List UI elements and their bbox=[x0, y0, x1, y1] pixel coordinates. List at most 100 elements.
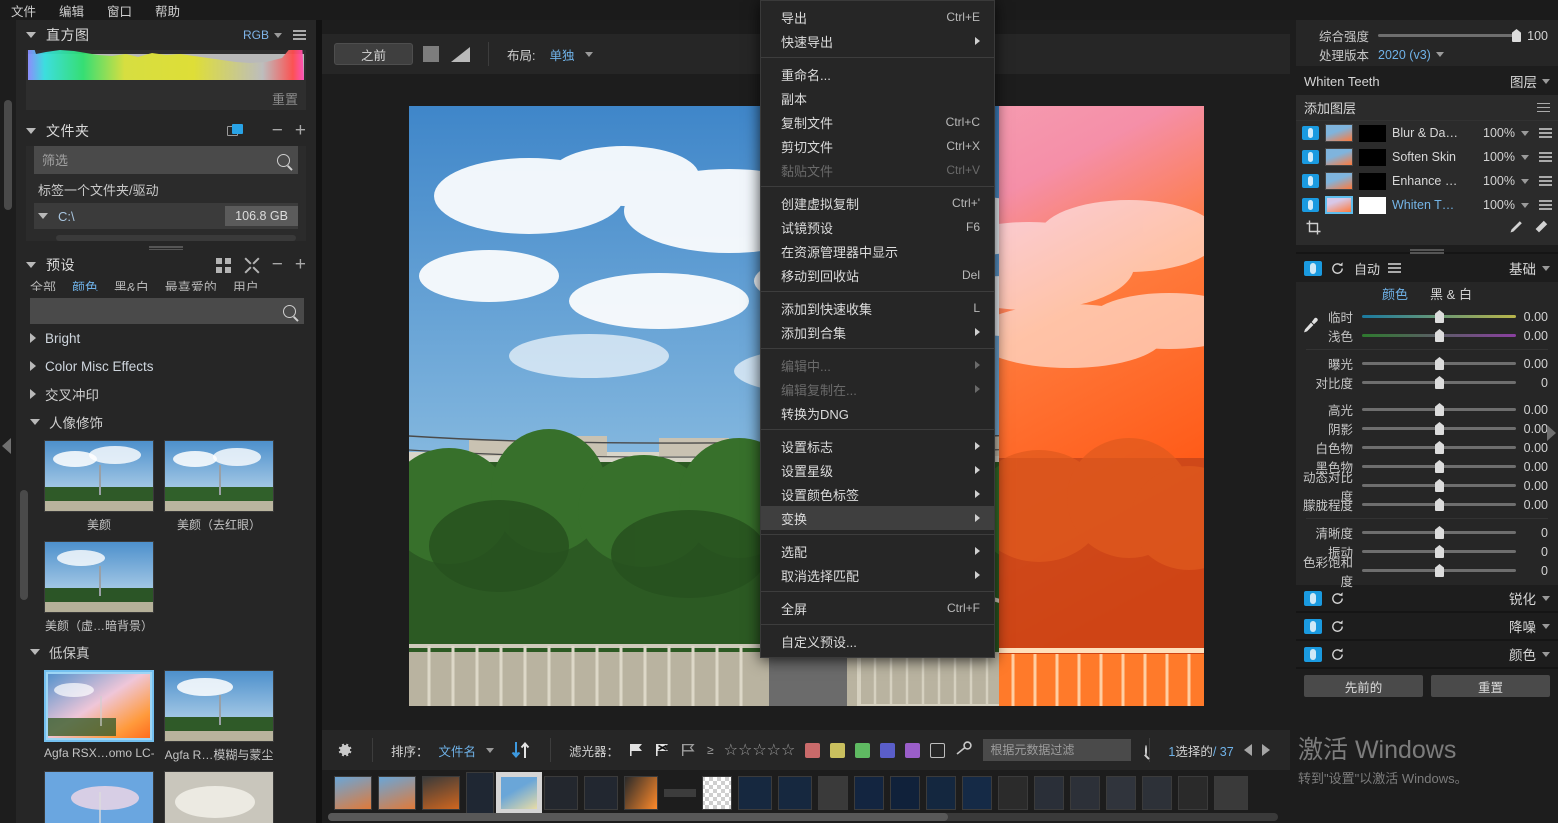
slider-tint[interactable] bbox=[1362, 329, 1516, 342]
background-color-swatch-icon[interactable] bbox=[423, 46, 439, 62]
sharpen-enable-toggle[interactable] bbox=[1304, 591, 1322, 606]
preset-tab-all[interactable]: 全部 bbox=[30, 277, 56, 291]
chevron-down-icon[interactable] bbox=[26, 32, 36, 38]
global-strength-slider[interactable] bbox=[1378, 29, 1516, 42]
filmstrip-item[interactable] bbox=[1106, 776, 1136, 810]
layer-thumbnail[interactable] bbox=[1325, 148, 1353, 166]
menu-item-quick-export[interactable]: 快速导出 bbox=[761, 29, 994, 53]
global-strength-row[interactable]: 综合强度 100 bbox=[1296, 26, 1558, 45]
layer-row[interactable]: Soften Skin 100% bbox=[1296, 145, 1558, 169]
menu-item-add-to-collection[interactable]: 添加到合集 bbox=[761, 320, 994, 344]
filmstrip[interactable] bbox=[322, 770, 1290, 823]
layer-opacity[interactable]: 100% bbox=[1483, 174, 1515, 188]
chevron-down-icon[interactable] bbox=[1542, 266, 1550, 271]
slider-whites-row[interactable]: 白色物 0.00 bbox=[1296, 438, 1558, 457]
menu-item-move-to-recycle-bin[interactable]: 移动到回收站 Del bbox=[761, 263, 994, 287]
filmstrip-scrollbar[interactable] bbox=[328, 813, 1278, 821]
layer-row[interactable]: Enhance … 100% bbox=[1296, 169, 1558, 193]
slider-dynamic-contrast[interactable] bbox=[1362, 479, 1516, 492]
slider-highlights-row[interactable]: 高光 0.00 bbox=[1296, 400, 1558, 419]
filmstrip-item[interactable] bbox=[664, 789, 696, 797]
preset-tab-user[interactable]: 用户 bbox=[233, 277, 259, 291]
menu-item-copy-file[interactable]: 复制文件 Ctrl+C bbox=[761, 110, 994, 134]
menu-file[interactable]: 文件 bbox=[8, 0, 39, 21]
heal-icon[interactable] bbox=[1533, 220, 1548, 240]
add-folder-icon[interactable]: + bbox=[295, 125, 306, 137]
filmstrip-item[interactable] bbox=[1070, 776, 1100, 810]
color-label-red[interactable] bbox=[805, 743, 820, 758]
chevron-down-icon[interactable] bbox=[1521, 155, 1529, 160]
chevron-down-icon[interactable] bbox=[1521, 131, 1529, 136]
slider-blacks[interactable] bbox=[1362, 460, 1516, 473]
slider-dehaze-row[interactable]: 朦胧程度 0.00 bbox=[1296, 495, 1558, 514]
layer-thumbnail[interactable] bbox=[1325, 124, 1353, 142]
filmstrip-item[interactable] bbox=[926, 776, 956, 810]
reset-icon[interactable] bbox=[1330, 591, 1345, 606]
layer-mask-swatch[interactable] bbox=[1359, 125, 1386, 142]
preset-thumbnail[interactable]: 美颜 bbox=[44, 440, 154, 533]
search-icon[interactable] bbox=[1145, 745, 1147, 756]
preset-thumbnail[interactable] bbox=[164, 771, 274, 823]
menu-item-audition-preset[interactable]: 试镜预设 F6 bbox=[761, 215, 994, 239]
metadata-filter-input[interactable] bbox=[990, 743, 1145, 757]
filmstrip-item[interactable] bbox=[854, 776, 884, 810]
flag-rejected-icon[interactable] bbox=[655, 743, 671, 757]
menu-item-set-flag[interactable]: 设置标志 bbox=[761, 434, 994, 458]
menu-item-create-virtual-copy[interactable]: 创建虚拟复制 Ctrl+' bbox=[761, 191, 994, 215]
chevron-right-icon[interactable] bbox=[30, 333, 36, 343]
process-version-value[interactable]: 2020 (v3) bbox=[1378, 48, 1431, 62]
reset-button[interactable]: 重置 bbox=[1431, 675, 1550, 697]
panel-resize-grip[interactable] bbox=[149, 246, 183, 249]
layer-thumbnail[interactable] bbox=[1325, 172, 1353, 190]
preset-group-lofi[interactable]: 低保真 bbox=[16, 638, 316, 666]
filmstrip-scrollbar-thumb[interactable] bbox=[328, 813, 948, 821]
menu-item-select-matching[interactable]: 选配 bbox=[761, 539, 994, 563]
layer-opacity[interactable]: 100% bbox=[1483, 198, 1515, 212]
previous-photo-arrow[interactable] bbox=[1244, 744, 1252, 756]
filmstrip-item[interactable] bbox=[422, 776, 460, 810]
menu-item-add-to-quick-collection[interactable]: 添加到快速收集 L bbox=[761, 296, 994, 320]
slider-temp-row[interactable]: 临时 0.00 bbox=[1296, 307, 1558, 326]
slider-shadows[interactable] bbox=[1362, 422, 1516, 435]
chevron-down-icon[interactable] bbox=[26, 128, 36, 134]
slider-exposure[interactable] bbox=[1362, 357, 1516, 370]
chevron-down-icon[interactable] bbox=[1521, 203, 1529, 208]
menu-item-rename[interactable]: 重命名... bbox=[761, 62, 994, 86]
menu-item-cut-file[interactable]: 剪切文件 Ctrl+X bbox=[761, 134, 994, 158]
preset-thumbnail[interactable]: 美颜（虚…暗背景） bbox=[44, 541, 154, 634]
layer-mask-swatch[interactable] bbox=[1359, 197, 1386, 214]
search-icon[interactable] bbox=[283, 305, 296, 318]
collapse-all-icon[interactable] bbox=[244, 258, 260, 273]
preset-group-color-misc[interactable]: Color Misc Effects bbox=[16, 352, 316, 380]
layer-visibility-toggle[interactable] bbox=[1302, 174, 1319, 188]
filmstrip-item[interactable] bbox=[378, 776, 416, 810]
menu-item-set-rating[interactable]: 设置星级 bbox=[761, 458, 994, 482]
menu-item-fullscreen[interactable]: 全屏 Ctrl+F bbox=[761, 596, 994, 620]
keyword-icon[interactable] bbox=[955, 741, 973, 760]
preset-search-input[interactable] bbox=[38, 304, 283, 319]
mode-tab-bw[interactable]: 黑 & 白 bbox=[1430, 284, 1472, 303]
layer-thumbnail[interactable] bbox=[1325, 196, 1353, 214]
layer-visibility-toggle[interactable] bbox=[1302, 198, 1319, 212]
menu-help[interactable]: 帮助 bbox=[152, 0, 183, 21]
basic-enable-toggle[interactable] bbox=[1304, 261, 1322, 276]
layer-row-active[interactable]: Whiten T… 100% bbox=[1296, 193, 1558, 217]
slider-exposure-row[interactable]: 曝光 0.00 bbox=[1296, 354, 1558, 373]
slider-contrast-row[interactable]: 对比度 0 bbox=[1296, 373, 1558, 392]
next-photo-arrow[interactable] bbox=[1262, 744, 1270, 756]
menu-item-duplicate[interactable]: 副本 bbox=[761, 86, 994, 110]
color-label-yellow[interactable] bbox=[830, 743, 845, 758]
slider-contrast[interactable] bbox=[1362, 376, 1516, 389]
slider-saturation[interactable] bbox=[1362, 564, 1516, 577]
menu-item-deselect-matching[interactable]: 取消选择匹配 bbox=[761, 563, 994, 587]
filmstrip-item[interactable] bbox=[466, 772, 494, 814]
filmstrip-item[interactable] bbox=[778, 776, 812, 810]
preset-thumbnail[interactable]: 美颜（去红眼） bbox=[164, 440, 274, 533]
hamburger-icon[interactable] bbox=[293, 30, 306, 40]
chevron-down-icon[interactable] bbox=[30, 419, 40, 425]
add-layer-row[interactable]: 添加图层 bbox=[1296, 95, 1558, 121]
noise-reduction-section-header[interactable]: 降噪 bbox=[1296, 613, 1558, 639]
slider-dehaze[interactable] bbox=[1362, 498, 1516, 511]
rating-operator[interactable]: ≥ bbox=[707, 743, 714, 757]
menu-window[interactable]: 窗口 bbox=[104, 0, 135, 21]
